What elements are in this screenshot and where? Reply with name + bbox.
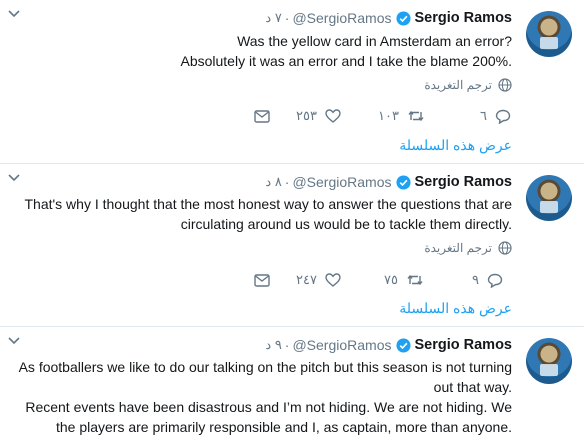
author-name[interactable]: Sergio Ramos: [415, 10, 513, 26]
reply-count: ٩: [472, 272, 479, 287]
tweet-actions: ٢٥٣ ١٠٣ ٦: [254, 106, 514, 126]
tweet-text: Was the yellow card in Amsterdam an erro…: [180, 31, 512, 71]
tweet-text: As footballers we like to do our talking…: [19, 357, 512, 437]
tweet-line: That's why I thought that the most hones…: [24, 196, 512, 212]
tweet-header: ٨ د · @SergioRamos Sergio Ramos: [265, 172, 512, 192]
chevron-down-icon[interactable]: [8, 337, 20, 345]
tweet-line: As footballers we like to do our talking…: [18, 359, 512, 375]
retweet-button[interactable]: ٧٥: [384, 272, 424, 288]
tweet-line: circulating around us would be to tackle…: [180, 216, 512, 232]
tweet[interactable]: ٩ د · @SergioRamos Sergio Ramos As footb…: [0, 327, 584, 444]
like-button[interactable]: ٢٥٣: [296, 108, 341, 124]
separator-dot: ·: [284, 10, 290, 26]
translate-tweet-link[interactable]: ترجم التغريدة: [424, 241, 512, 255]
author-handle[interactable]: @SergioRamos: [292, 337, 391, 353]
tweet-line: Was the yellow card in Amsterdam an erro…: [237, 33, 512, 49]
separator-dot: ·: [284, 337, 290, 353]
tweet-text: That's why I thought that the most hones…: [24, 194, 512, 234]
retweet-button[interactable]: ١٠٣: [378, 108, 425, 124]
chevron-down-icon[interactable]: [8, 174, 20, 182]
dm-button[interactable]: [254, 109, 270, 123]
heart-icon: [325, 273, 341, 287]
translate-label: ترجم التغريدة: [424, 78, 492, 92]
retweet-icon: [407, 274, 423, 286]
tweet[interactable]: ٧ د · @SergioRamos Sergio Ramos Was the …: [0, 0, 584, 163]
translate-label: ترجم التغريدة: [424, 241, 492, 255]
show-thread-link[interactable]: عرض هذه السلسلة: [399, 137, 512, 154]
author-handle[interactable]: @SergioRamos: [292, 174, 391, 190]
reply-icon: [487, 273, 503, 288]
tweet-header: ٧ د · @SergioRamos Sergio Ramos: [265, 8, 512, 28]
avatar[interactable]: [526, 338, 572, 384]
retweet-count: ١٠٣: [378, 108, 399, 123]
globe-icon: [498, 78, 512, 92]
tweet-actions: ٢٤٧ ٧٥ ٩: [254, 270, 514, 290]
tweet-time[interactable]: ٧ د: [265, 10, 281, 26]
author-name[interactable]: Sergio Ramos: [415, 174, 513, 190]
envelope-icon: [254, 109, 270, 123]
globe-icon: [498, 241, 512, 255]
tweet-line: Absolutely it was an error and I take th…: [180, 53, 512, 69]
like-button[interactable]: ٢٤٧: [296, 272, 341, 288]
translate-tweet-link[interactable]: ترجم التغريدة: [424, 78, 512, 92]
tweet-time[interactable]: ٨ د: [265, 174, 281, 190]
verified-badge-icon: [395, 337, 411, 353]
tweet[interactable]: ٨ د · @SergioRamos Sergio Ramos That's w…: [0, 164, 584, 326]
retweet-icon: [408, 110, 424, 122]
retweet-count: ٧٥: [384, 272, 398, 287]
dm-button[interactable]: [254, 273, 270, 287]
reply-icon: [495, 109, 511, 124]
reply-button[interactable]: ٩: [472, 272, 503, 288]
separator-dot: ·: [284, 174, 290, 190]
chevron-down-icon[interactable]: [8, 10, 20, 18]
show-thread-link[interactable]: عرض هذه السلسلة: [399, 300, 512, 317]
verified-badge-icon: [395, 174, 411, 190]
verified-badge-icon: [395, 10, 411, 26]
envelope-icon: [254, 273, 270, 287]
heart-icon: [325, 109, 341, 123]
author-name[interactable]: Sergio Ramos: [415, 337, 513, 353]
avatar[interactable]: [526, 175, 572, 221]
tweet-line: Recent events have been disastrous and I…: [25, 399, 512, 415]
like-count: ٢٥٣: [296, 108, 317, 123]
tweet-time[interactable]: ٩ د: [265, 337, 281, 353]
like-count: ٢٤٧: [296, 272, 317, 287]
avatar[interactable]: [526, 11, 572, 57]
reply-button[interactable]: ٦: [480, 108, 511, 124]
tweet-header: ٩ د · @SergioRamos Sergio Ramos: [265, 335, 512, 355]
tweet-line: out that way.: [433, 379, 512, 395]
tweet-line: the players are primarily responsible an…: [55, 419, 512, 435]
reply-count: ٦: [480, 108, 487, 123]
author-handle[interactable]: @SergioRamos: [292, 10, 391, 26]
